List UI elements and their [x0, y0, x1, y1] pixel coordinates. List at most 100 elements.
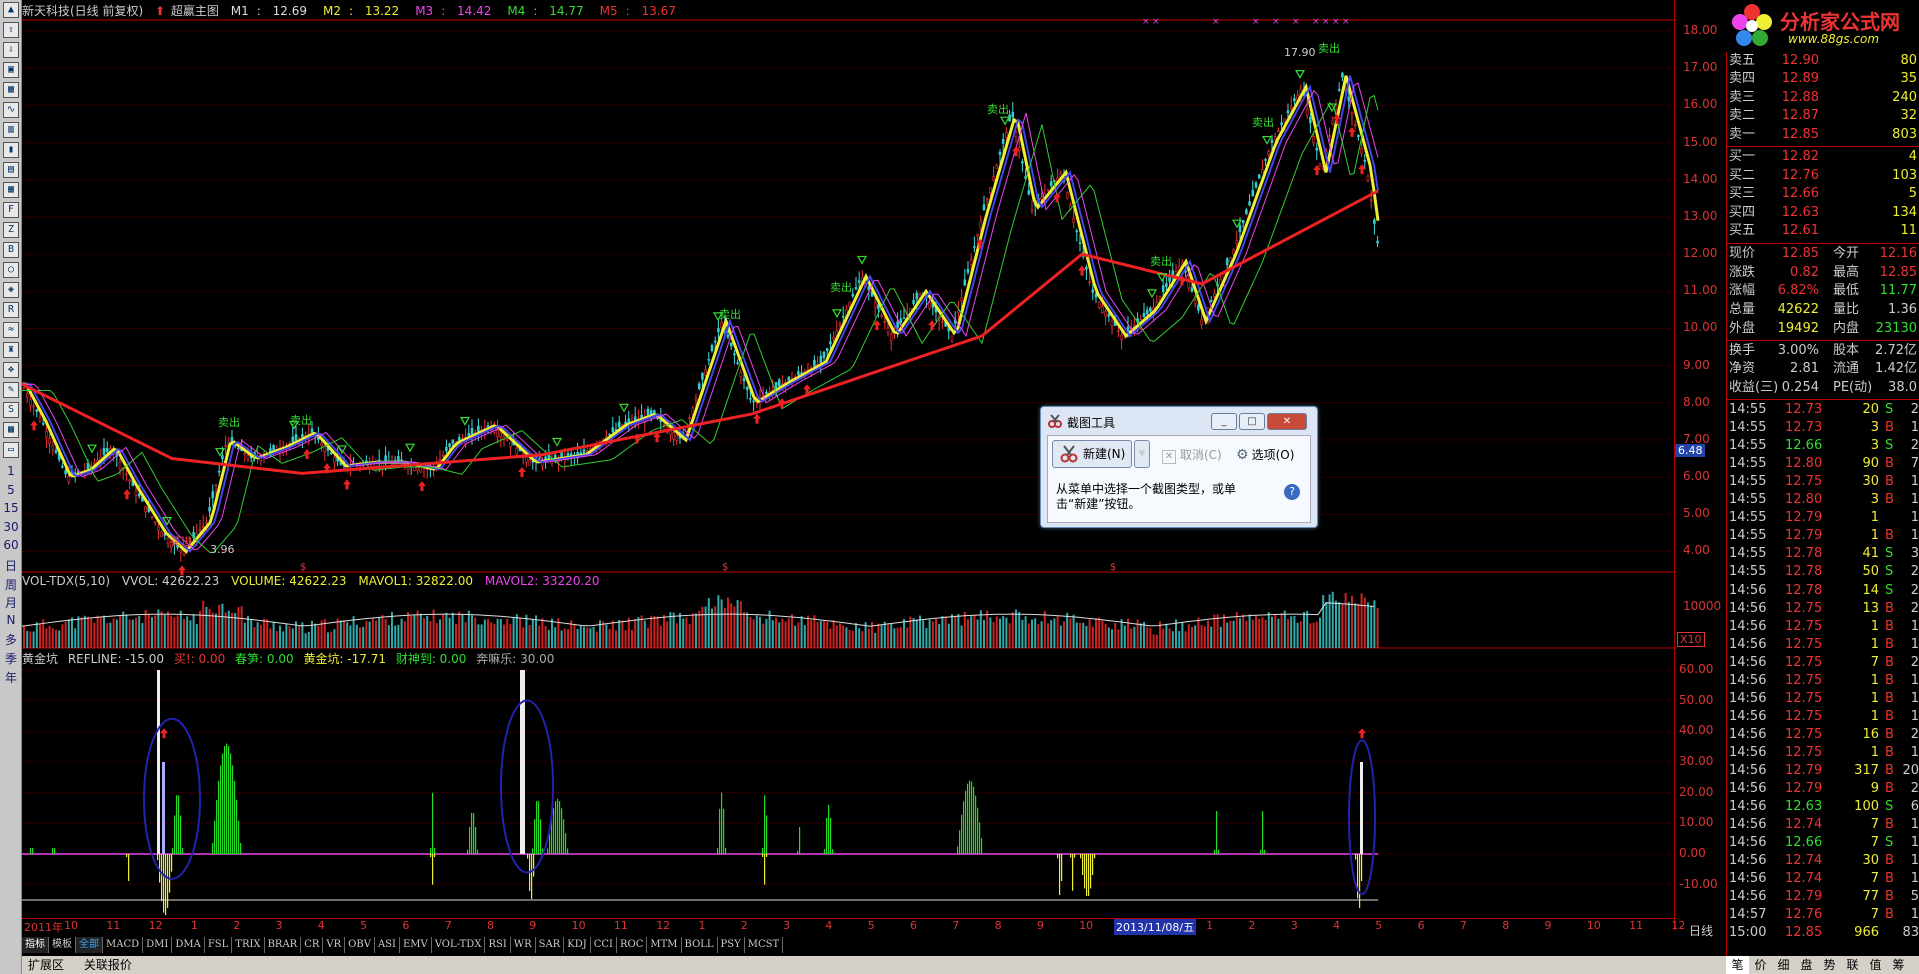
bid-row[interactable]: 买二 12.76 103 [1729, 167, 1919, 185]
ask-row[interactable]: 卖五 12.90 80 [1729, 52, 1919, 70]
stamp-icon[interactable]: ♜ [3, 342, 19, 358]
maximize-button[interactable]: □ [1239, 413, 1265, 430]
help-icon[interactable]: ? [1284, 484, 1300, 500]
bar-chart-icon[interactable]: ▥ [3, 122, 19, 138]
fb-icon[interactable]: B [3, 242, 19, 258]
options-button[interactable]: ⚙ 选项(O) [1236, 446, 1294, 463]
tick-volume: 100 [1854, 799, 1879, 815]
quote-tab[interactable]: 筹 [1887, 956, 1910, 974]
new-snip-button[interactable]: 新建(N) [1052, 440, 1132, 468]
tab-brar[interactable]: BRAR [265, 937, 302, 953]
quote-tab[interactable]: 势 [1818, 956, 1841, 974]
tab-wr[interactable]: WR [511, 937, 536, 953]
tab-dmi[interactable]: DMI [143, 937, 173, 953]
rsi-icon[interactable]: R [3, 302, 19, 318]
up-arrow-icon[interactable]: ▲ [3, 2, 19, 18]
pen-icon[interactable]: ✎ [3, 382, 19, 398]
ask-row[interactable]: 卖二 12.87 32 [1729, 107, 1919, 125]
extend-area-button[interactable]: 扩展区 [28, 958, 64, 972]
candle-body [950, 335, 954, 342]
tab-fsl[interactable]: FSL [205, 937, 233, 953]
candle-body [739, 371, 743, 378]
quote-tab[interactable]: 细 [1772, 956, 1795, 974]
candle-body [1350, 112, 1354, 115]
period-3[interactable]: 30 [0, 520, 22, 534]
quote-tab[interactable]: 值 [1864, 956, 1887, 974]
period-9[interactable]: 多 [0, 631, 22, 648]
period-2[interactable]: 15 [0, 501, 22, 515]
picture-icon[interactable]: ▣ [3, 62, 19, 78]
fz-icon[interactable]: Z [3, 222, 19, 238]
tab-mcst[interactable]: MCST [745, 937, 784, 953]
tab-trix[interactable]: TRIX [232, 937, 265, 953]
period-10[interactable]: 季 [0, 650, 22, 667]
tab-vr[interactable]: VR [323, 937, 346, 953]
diag-icon[interactable]: ◈ [3, 282, 19, 298]
doc-icon[interactable]: ▭ [3, 442, 19, 458]
grid-icon[interactable]: ▦ [3, 82, 19, 98]
f10-icon[interactable]: F [3, 202, 19, 218]
cancel-button[interactable]: ✕ 取消(C) [1162, 446, 1222, 464]
move-icon[interactable]: ✥ [3, 362, 19, 378]
tab-cci[interactable]: CCI [591, 937, 617, 953]
minimize-button[interactable]: _ [1211, 413, 1237, 430]
period-7[interactable]: 月 [0, 594, 22, 611]
quote-tab[interactable]: 联 [1841, 956, 1864, 974]
ask-row[interactable]: 卖四 12.89 35 [1729, 70, 1919, 88]
tab-macd[interactable]: MACD [103, 937, 144, 953]
table-icon[interactable]: ▦ [3, 182, 19, 198]
tab-asi[interactable]: ASI [375, 937, 400, 953]
circle-icon[interactable]: ○ [3, 262, 19, 278]
new-dropdown-button[interactable]: ▼ [1134, 440, 1150, 468]
period-11[interactable]: 年 [0, 669, 22, 686]
candle-body [889, 333, 893, 341]
line-chart-icon[interactable]: ∿ [3, 102, 19, 118]
period-4[interactable]: 60 [0, 538, 22, 552]
board-icon[interactable]: ▩ [3, 422, 19, 438]
tab-vol-tdx[interactable]: VOL-TDX [432, 937, 486, 953]
ask-row[interactable]: 卖三 12.88 240 [1729, 89, 1919, 107]
period-1[interactable]: 5 [0, 483, 22, 497]
fs-icon[interactable]: S [3, 402, 19, 418]
tab-全部[interactable]: 全部 [76, 937, 103, 953]
volume-value: VOLUME: 42622.23 [231, 574, 347, 588]
ask-row[interactable]: 卖一 12.85 803 [1729, 126, 1919, 144]
quote-tab[interactable]: 价 [1749, 956, 1772, 974]
bid-row[interactable]: 买四 12.63 134 [1729, 204, 1919, 222]
tab-boll[interactable]: BOLL [682, 937, 718, 953]
quote-tab[interactable]: 盘 [1795, 956, 1818, 974]
candle-body [1209, 299, 1213, 302]
up-icon[interactable]: ⇧ [3, 22, 19, 38]
bid-row[interactable]: 买三 12.66 5 [1729, 185, 1919, 203]
tab-cr[interactable]: CR [301, 937, 324, 953]
indicator-bar [178, 795, 180, 854]
quote-tab[interactable]: 笔 [1726, 956, 1749, 974]
wave-icon[interactable]: ≈ [3, 322, 19, 338]
chart-icon[interactable]: ▤ [3, 162, 19, 178]
tab-模板[interactable]: 模板 [49, 937, 76, 953]
close-button[interactable]: ✕ [1267, 413, 1307, 430]
tab-obv[interactable]: OBV [345, 937, 375, 953]
down-icon[interactable]: ⇩ [3, 42, 19, 58]
tab-mtm[interactable]: MTM [647, 937, 682, 953]
tab-emv[interactable]: EMV [400, 937, 432, 953]
indicator-bar [532, 848, 534, 854]
tab-sar[interactable]: SAR [536, 937, 565, 953]
period-5[interactable]: 日 [0, 557, 22, 574]
period-indicator[interactable]: 日线 [1689, 922, 1713, 939]
related-quote-button[interactable]: 关联报价 [84, 958, 132, 972]
bid-row[interactable]: 买一 12.82 4 [1729, 148, 1919, 166]
tab-dma[interactable]: DMA [172, 937, 205, 953]
period-8[interactable]: N [0, 613, 22, 627]
period-6[interactable]: 周 [0, 576, 22, 593]
tab-rsi[interactable]: RSI [485, 937, 511, 953]
tab-kdj[interactable]: KDJ [564, 937, 591, 953]
tab-指标[interactable]: 指标 [22, 937, 49, 953]
tab-roc[interactable]: ROC [617, 937, 648, 953]
bid-row[interactable]: 买五 12.61 11 [1729, 222, 1919, 240]
quote-value: 1.36 [1888, 302, 1917, 318]
tab-psy[interactable]: PSY [718, 937, 745, 953]
chart-area[interactable]: 17.903.96卖出卖出卖出卖出卖出卖出卖出 卖出买进$ $ $× × × × × × × × × × [22, 0, 1674, 918]
candle-icon[interactable]: ▮ [3, 142, 19, 158]
period-0[interactable]: 1 [0, 464, 22, 478]
